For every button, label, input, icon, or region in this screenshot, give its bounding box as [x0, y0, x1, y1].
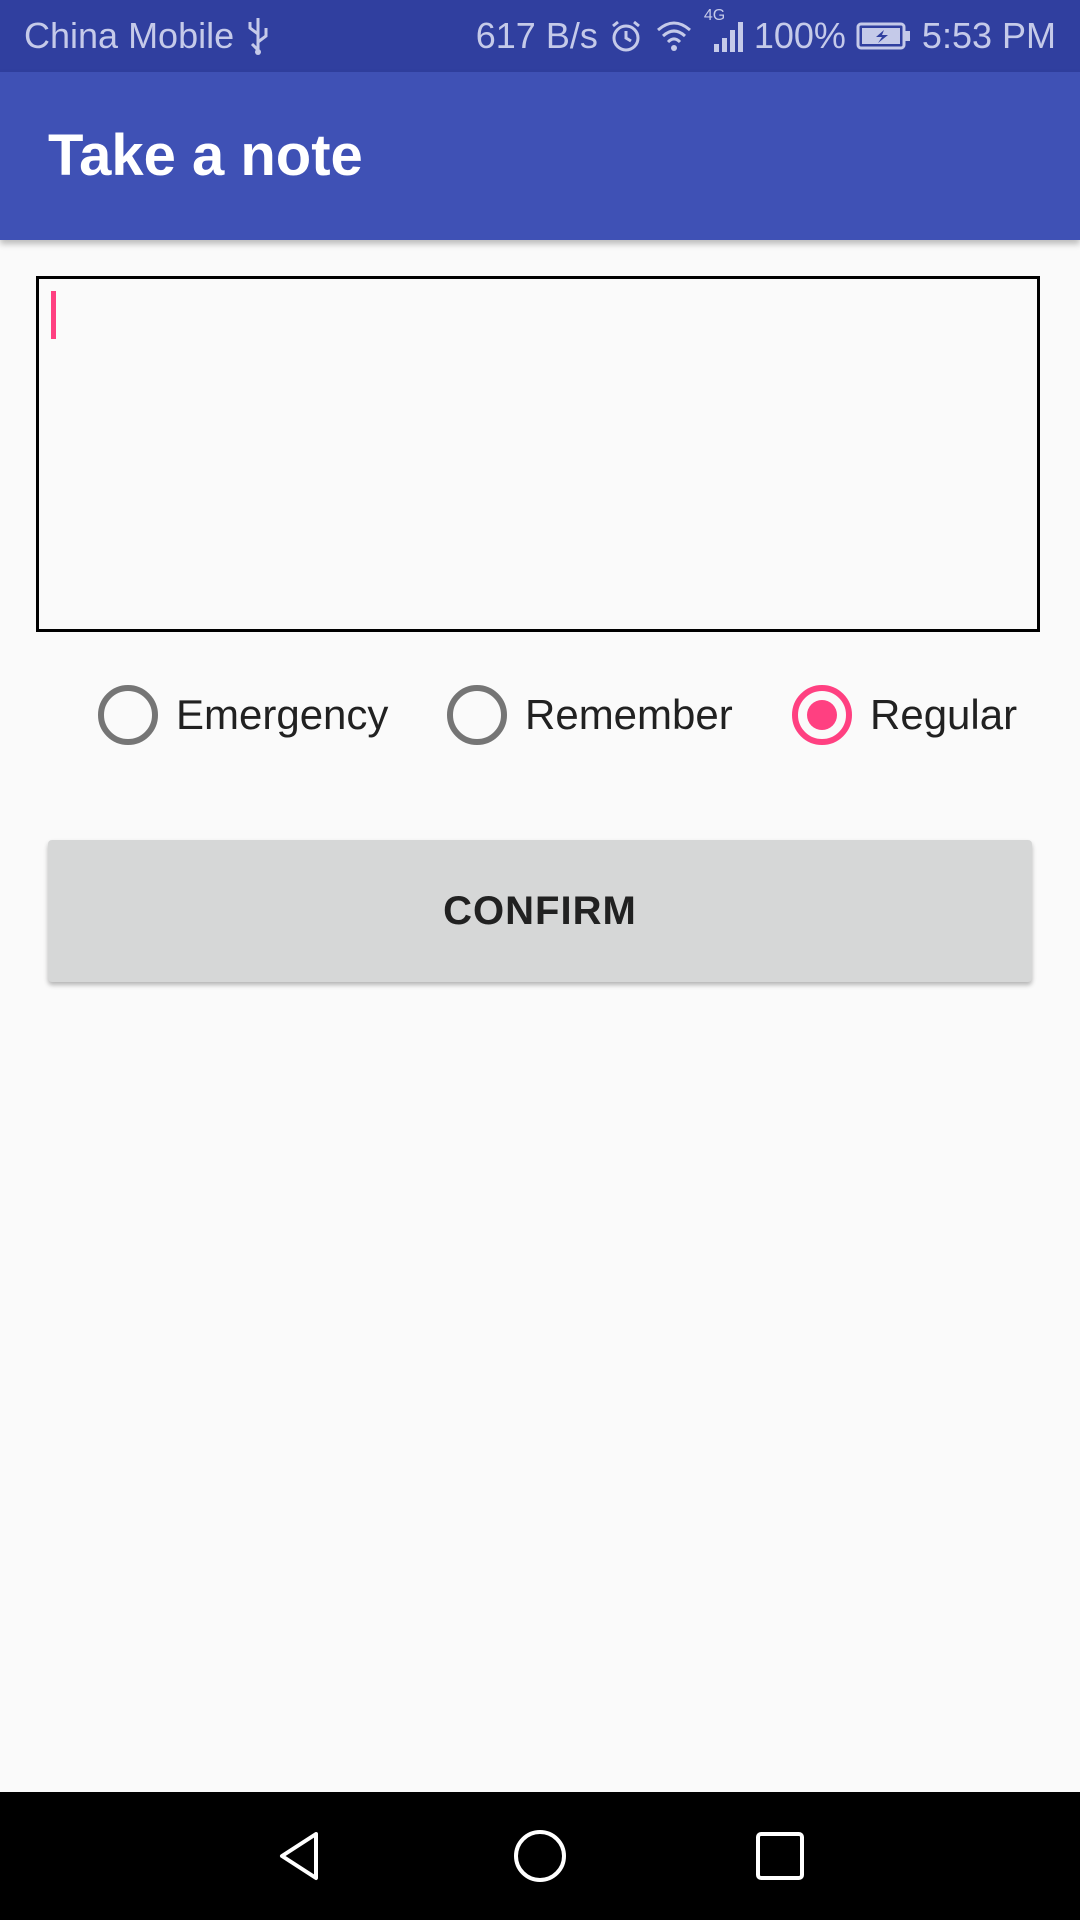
carrier-label: China Mobile	[24, 15, 235, 56]
status-bar: China Mobile 617 B/s 4G 100% 5:53 PM	[0, 0, 1080, 72]
recents-icon[interactable]	[740, 1816, 820, 1896]
confirm-button-label: CONFIRM	[443, 888, 637, 933]
page-title: Take a note	[48, 123, 363, 188]
note-box[interactable]	[36, 276, 1040, 632]
radio-unchecked-icon[interactable]	[98, 685, 158, 745]
battery-charging-icon	[856, 21, 912, 51]
signal-icon: 4G	[704, 8, 744, 54]
text-cursor	[51, 291, 56, 339]
usb-icon	[244, 16, 272, 56]
radio-emergency[interactable]: Emergency	[98, 676, 388, 754]
status-left: China Mobile	[24, 0, 272, 72]
alarm-icon	[608, 18, 644, 54]
radio-remember[interactable]: Remember	[447, 676, 733, 754]
wifi-icon	[654, 18, 694, 54]
app-bar: Take a note	[0, 72, 1080, 240]
network-type: 4G	[703, 7, 726, 24]
priority-radio-group: Emergency Remember Regular	[0, 676, 1080, 754]
home-icon[interactable]	[500, 1816, 580, 1896]
network-speed: 617 B/s	[475, 15, 598, 56]
back-icon[interactable]	[260, 1816, 340, 1896]
radio-regular[interactable]: Regular	[792, 676, 1017, 754]
battery-percent: 100%	[753, 15, 846, 56]
note-input[interactable]	[39, 279, 1037, 629]
radio-label-regular: Regular	[870, 691, 1018, 738]
radio-unchecked-icon[interactable]	[447, 685, 507, 745]
navigation-bar	[0, 1792, 1080, 1920]
radio-label-remember: Remember	[525, 691, 733, 738]
radio-dot	[807, 700, 837, 730]
radio-checked-icon[interactable]	[792, 685, 852, 745]
clock: 5:53 PM	[921, 15, 1056, 56]
confirm-button[interactable]: CONFIRM	[48, 840, 1032, 982]
radio-label-emergency: Emergency	[176, 691, 389, 738]
status-right: 617 B/s 4G 100% 5:53 PM	[476, 0, 1056, 72]
